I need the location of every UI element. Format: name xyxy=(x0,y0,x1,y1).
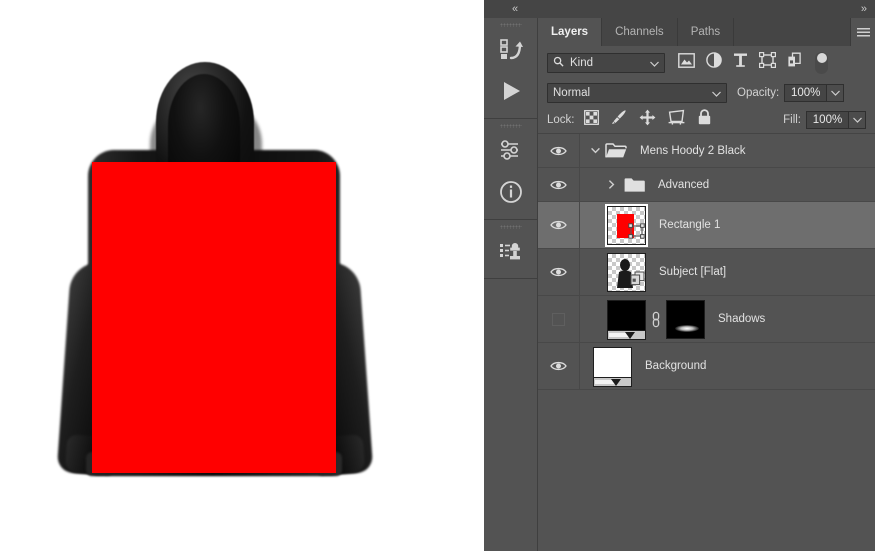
tabbar-spacer xyxy=(734,18,851,46)
lock-position-icon[interactable] xyxy=(639,109,656,131)
fill-chevron-down-icon[interactable] xyxy=(849,110,866,129)
lock-label: Lock: xyxy=(547,113,575,126)
table-row[interactable]: Subject [Flat] xyxy=(538,249,875,296)
layer-name: Rectangle 1 xyxy=(659,219,721,231)
group-disclosure-chevron-right-icon[interactable] xyxy=(604,180,618,189)
fill-label: Fill: xyxy=(783,113,801,126)
expand-panels-icon[interactable]: » xyxy=(861,2,867,16)
panel-dock: « » Layers Channels Paths Kind Normal Op… xyxy=(484,0,875,551)
layer-visibility-toggle[interactable] xyxy=(538,296,580,342)
rail-group-clone-source xyxy=(484,220,537,279)
lock-row: Lock: Fill: 100% xyxy=(538,106,875,133)
gradient-bar xyxy=(607,329,646,340)
document-canvas[interactable] xyxy=(0,0,484,551)
filter-kind-select[interactable]: Kind xyxy=(547,52,665,73)
layer-thumbnail[interactable] xyxy=(607,252,646,292)
table-row[interactable]: Advanced xyxy=(538,168,875,202)
vector-mask-badge xyxy=(628,222,645,244)
layer-visibility-toggle[interactable] xyxy=(538,168,580,201)
layer-thumbnail[interactable] xyxy=(593,346,632,387)
search-icon xyxy=(553,54,564,72)
layer-list[interactable]: Mens Hoody 2 Black Advanced Rectangle 1 … xyxy=(538,133,875,551)
play-icon[interactable] xyxy=(484,70,537,112)
layer-thumbnail[interactable] xyxy=(605,203,648,247)
layer-filter-row: Kind xyxy=(538,46,875,79)
eye-icon xyxy=(550,267,567,277)
history-icon[interactable] xyxy=(484,28,537,70)
layer-visibility-toggle[interactable] xyxy=(538,134,580,167)
filter-smartobject-icon[interactable] xyxy=(787,52,804,73)
opacity-chevron-down-icon[interactable] xyxy=(827,83,845,102)
filter-adjustment-icon[interactable] xyxy=(706,52,722,73)
opacity-label: Opacity: xyxy=(737,86,780,99)
filter-type-icons xyxy=(678,52,804,73)
blend-mode-row: Normal Opacity: 100% xyxy=(538,79,875,106)
filter-shape-icon[interactable] xyxy=(759,52,776,73)
folder-closed-icon xyxy=(624,177,645,193)
chevron-down-icon xyxy=(712,84,721,102)
rail-grip[interactable] xyxy=(484,18,537,28)
tab-layers[interactable]: Layers xyxy=(538,18,603,46)
layer-name: Mens Hoody 2 Black xyxy=(640,144,746,157)
adjustments-icon[interactable] xyxy=(484,129,537,171)
layer-visibility-toggle[interactable] xyxy=(538,202,580,248)
layer-thumbnail[interactable] xyxy=(607,299,646,340)
lock-all-icon[interactable] xyxy=(697,109,712,130)
opacity-input[interactable]: 100% xyxy=(784,83,828,102)
folder-open-icon xyxy=(605,142,627,159)
tab-paths[interactable]: Paths xyxy=(677,18,735,46)
lock-icons xyxy=(583,109,712,131)
filter-kind-label: Kind xyxy=(570,56,594,69)
layer-name: Background xyxy=(645,360,707,372)
tab-channels[interactable]: Channels xyxy=(602,18,678,46)
eye-icon xyxy=(550,180,567,189)
red-rectangle-shape[interactable] xyxy=(92,162,336,473)
layer-visibility-toggle[interactable] xyxy=(538,249,580,295)
dock-titlebar: « » xyxy=(484,0,875,18)
layer-name: Advanced xyxy=(658,178,710,191)
tab-paths-label: Paths xyxy=(690,26,721,38)
eye-off-icon xyxy=(552,312,565,326)
collapsed-panel-rail xyxy=(484,18,538,551)
blend-mode-value: Normal xyxy=(553,86,591,99)
mask-link-icon[interactable] xyxy=(646,311,666,328)
eye-icon xyxy=(550,146,567,155)
gradient-bar xyxy=(593,376,632,387)
filter-type-icon[interactable] xyxy=(733,52,748,73)
tab-layers-label: Layers xyxy=(551,26,589,38)
lock-nesting-icon[interactable] xyxy=(668,109,685,130)
filter-enable-toggle[interactable] xyxy=(815,51,828,74)
layer-name: Subject [Flat] xyxy=(659,266,727,278)
filter-pixel-icon[interactable] xyxy=(678,52,695,73)
chevron-down-icon xyxy=(650,54,659,72)
smart-object-badge xyxy=(630,271,645,291)
blend-mode-select[interactable]: Normal xyxy=(547,82,727,103)
rail-grip[interactable] xyxy=(484,119,537,129)
layer-visibility-toggle[interactable] xyxy=(538,343,580,389)
table-row[interactable]: Background xyxy=(538,343,875,390)
info-icon[interactable] xyxy=(484,171,537,213)
lock-transparent-pixels-icon[interactable] xyxy=(583,109,599,130)
photoshop-screenshot: « » Layers Channels Paths Kind Normal Op… xyxy=(0,0,875,551)
eye-icon xyxy=(550,220,567,230)
panel-menu-icon[interactable] xyxy=(851,18,875,46)
clone-source-icon[interactable] xyxy=(484,230,537,272)
rail-group-history xyxy=(484,18,537,119)
tab-channels-label: Channels xyxy=(615,26,664,38)
layers-panel: Layers Channels Paths Kind Normal Opacit… xyxy=(538,18,875,551)
table-row[interactable]: Rectangle 1 xyxy=(538,202,875,249)
fill-input[interactable]: 100% xyxy=(806,110,849,129)
collapse-panels-icon[interactable]: « xyxy=(512,2,518,16)
lock-image-pixels-icon[interactable] xyxy=(611,109,627,130)
eye-icon xyxy=(550,361,567,371)
panel-tabbar: Layers Channels Paths xyxy=(538,18,875,46)
layer-mask-thumbnail[interactable] xyxy=(666,299,705,339)
rail-grip[interactable] xyxy=(484,220,537,230)
group-disclosure-chevron-down-icon[interactable] xyxy=(588,147,602,154)
layer-name: Shadows xyxy=(718,313,766,325)
table-row[interactable]: Shadows xyxy=(538,296,875,343)
rail-group-adjustments xyxy=(484,119,537,220)
table-row[interactable]: Mens Hoody 2 Black xyxy=(538,134,875,168)
